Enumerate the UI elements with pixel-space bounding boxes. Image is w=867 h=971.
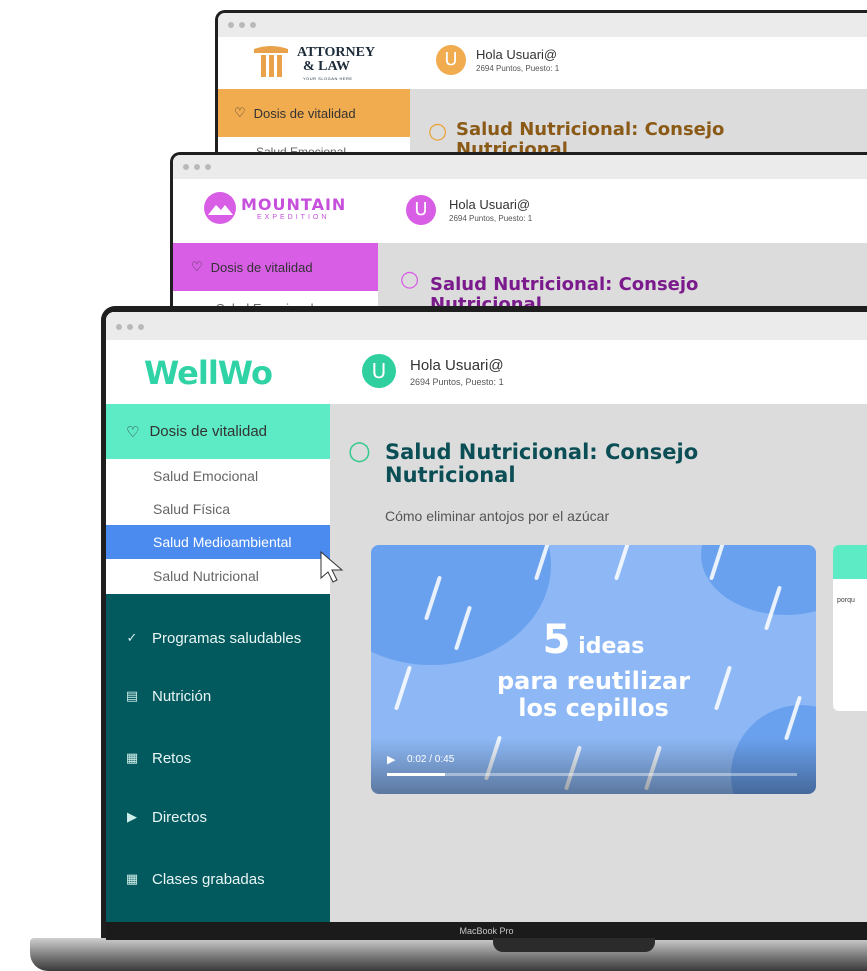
pill-icon: ♡ — [234, 105, 246, 121]
content-area: ○ Salud Nutricional: Consejo Nutricional — [410, 89, 867, 160]
video-player[interactable]: 5 ideas para reutilizar los cepillos ▶ 0… — [371, 545, 816, 794]
content-subtitle: Cómo eliminar antojos por el azúcar — [385, 508, 610, 524]
nav-item-directos[interactable]: ▶ Directos — [124, 809, 207, 826]
content-title: Salud Nutricional: Consejo — [430, 274, 699, 295]
apple-icon: ○ — [348, 436, 371, 466]
window-controls[interactable] — [183, 164, 211, 170]
sidebar-item-label: Dosis de vitalidad — [210, 259, 313, 275]
nav-item-label: Nutrición — [152, 688, 212, 705]
apple-icon: ○ — [400, 267, 420, 292]
play-icon[interactable]: ▶ — [387, 753, 395, 766]
video-line3: los cepillos — [518, 694, 669, 722]
toothbrush-shape — [613, 545, 633, 581]
sidebar: ♡ Dosis de vitalidad Salud Emocional — [218, 89, 410, 160]
sidebar: ♡ Dosis de vitalidad Salud Emocional — [173, 243, 378, 312]
user-avatar[interactable]: U — [436, 45, 466, 75]
window-titlebar — [106, 312, 867, 340]
nav-item-label: Programas saludables — [152, 630, 302, 647]
logo-tagline: YOUR SLOGAN HERE — [303, 76, 353, 81]
video-time: 0:02 / 0:45 — [407, 754, 455, 765]
nav-item-retos[interactable]: ▦ Retos — [124, 750, 191, 767]
sidebar-sub-item-nutricional[interactable]: Salud Nutricional — [153, 568, 259, 584]
video-grid-icon: ▦ — [125, 872, 139, 887]
challenge-icon: ▦ — [125, 751, 139, 766]
app-header: WellWo U Hola Usuari@ 2694 Puntos, Puest… — [106, 340, 867, 404]
side-card: porqu — [833, 545, 867, 711]
wellwo-logo: WellWo — [144, 354, 273, 392]
nav-item-label: Directos — [152, 809, 208, 826]
pill-icon: ♡ — [191, 259, 203, 275]
check-shield-icon: ✓ — [126, 631, 138, 646]
video-word: ideas — [578, 634, 645, 659]
attorney-logo: ATTORNEY & LAW YOUR SLOGAN HERE — [253, 43, 383, 83]
sidebar-item-label: Dosis de vitalidad — [253, 105, 356, 121]
user-avatar[interactable]: U — [362, 354, 396, 388]
content-title: Salud Nutricional: Consejo — [385, 440, 699, 464]
mouse-cursor-icon — [320, 550, 344, 583]
clipboard-icon: ▤ — [125, 689, 139, 704]
laptop-notch — [493, 938, 655, 952]
wellwo-screen: WellWo U Hola Usuari@ 2694 Puntos, Puest… — [106, 312, 867, 922]
nav-item-nutricion[interactable]: ▤ Nutrición — [124, 688, 211, 705]
mountain-logo-icon — [204, 192, 236, 224]
play-icon: ▶ — [127, 810, 137, 825]
app-header: MOUNTAIN EXPEDITION U Hola Usuari@ 2694 … — [173, 179, 867, 243]
video-headline: 5 ideas — [371, 617, 816, 663]
apple-icon: ○ — [428, 119, 448, 144]
sidebar-item-label: Dosis de vitalidad — [149, 423, 268, 440]
mountain-logo: MOUNTAIN EXPEDITION — [203, 189, 363, 229]
logo-main: MOUNTAIN — [241, 195, 347, 214]
pillar-logo-icon — [254, 46, 288, 77]
side-card-header — [833, 545, 867, 579]
greeting-text: Hola Usuari@ — [449, 197, 531, 212]
video-progress-track[interactable] — [387, 773, 797, 776]
window-titlebar — [218, 13, 867, 37]
nav-item-label: Clases grabadas — [152, 871, 265, 888]
attorney-window: ATTORNEY & LAW YOUR SLOGAN HERE U Hola U… — [215, 10, 867, 160]
content-area: ○ Salud Nutricional: Consejo Nutricional — [378, 243, 867, 312]
nav-item-label: Retos — [152, 750, 192, 767]
greeting-text: Hola Usuari@ — [410, 357, 504, 374]
sidebar-item-dosis[interactable]: ♡ Dosis de vitalidad — [173, 243, 378, 291]
points-text: 2694 Puntos, Puesto: 1 — [410, 377, 504, 387]
nav-item-clases[interactable]: ▦ Clases grabadas — [124, 871, 265, 888]
sidebar-nav: ✓ Programas saludables ▤ Nutrición ▦ Ret… — [106, 594, 330, 922]
logo-sub: EXPEDITION — [257, 214, 330, 221]
window-titlebar — [173, 155, 867, 179]
sidebar-item-dosis[interactable]: ♡ Dosis de vitalidad — [106, 404, 330, 459]
content-title: Salud Nutricional: Consejo — [456, 119, 725, 140]
device-label: MacBook Pro — [459, 926, 514, 936]
nav-item-programas[interactable]: ✓ Programas saludables — [124, 630, 302, 647]
side-card-text: porqu — [837, 597, 855, 604]
sidebar-sub-item-medioambiental[interactable]: Salud Medioambiental — [153, 534, 292, 550]
pill-icon: ♡ — [126, 422, 140, 441]
sidebar-sub-item-fisica[interactable]: Salud Física — [153, 501, 230, 517]
video-controls: ▶ 0:02 / 0:45 — [371, 738, 816, 794]
greeting-text: Hola Usuari@ — [476, 47, 558, 62]
video-progress-fill — [387, 773, 446, 776]
sidebar-item-dosis[interactable]: ♡ Dosis de vitalidad — [218, 89, 410, 137]
logo-line2: & LAW — [303, 59, 351, 74]
user-avatar[interactable]: U — [406, 195, 436, 225]
window-controls[interactable] — [228, 22, 256, 28]
window-controls[interactable] — [116, 324, 144, 330]
mountain-window: MOUNTAIN EXPEDITION U Hola Usuari@ 2694 … — [170, 152, 867, 312]
video-line2: para reutilizar — [496, 667, 691, 695]
app-header: ATTORNEY & LAW YOUR SLOGAN HERE U Hola U… — [218, 37, 867, 89]
sidebar-sub-item-emocional[interactable]: Salud Emocional — [153, 468, 258, 484]
content-title-line2: Nutricional — [385, 463, 516, 487]
points-text: 2694 Puntos, Puesto: 1 — [476, 64, 560, 73]
points-text: 2694 Puntos, Puesto: 1 — [449, 214, 533, 223]
video-number: 5 — [542, 617, 571, 663]
laptop-base — [30, 938, 867, 971]
